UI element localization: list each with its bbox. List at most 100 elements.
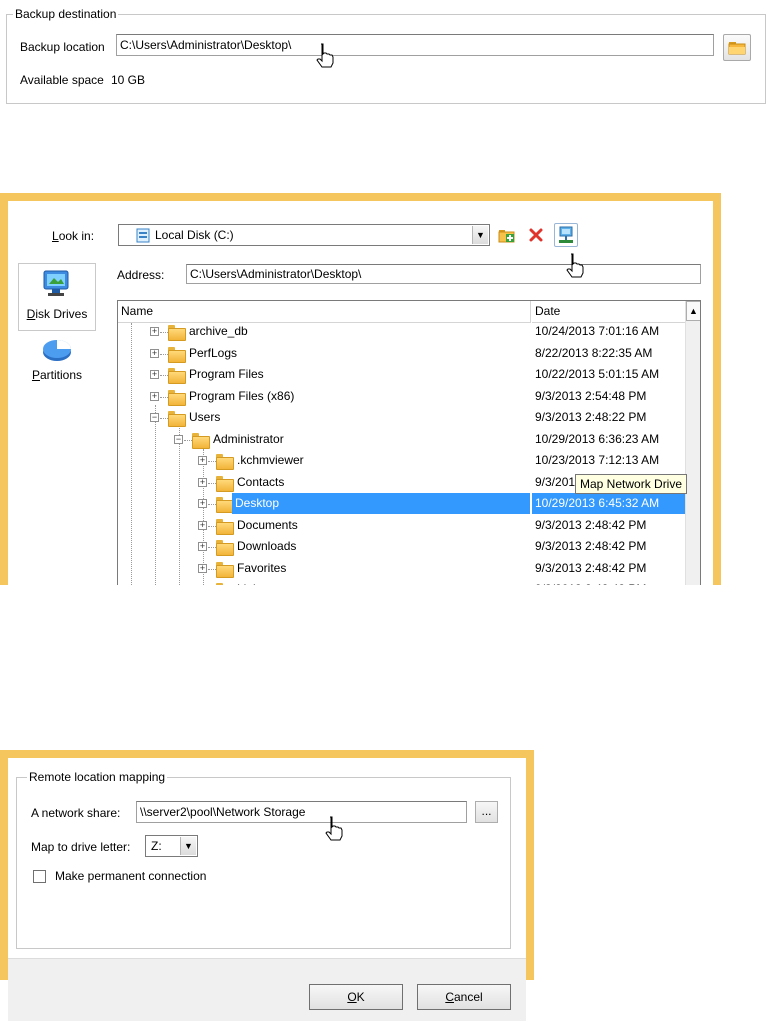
folder-icon [728,42,746,55]
backup-location-label: Backup location [20,40,105,54]
folder-icon [216,497,234,513]
tree-row-name[interactable]: Downloads [234,536,299,557]
backup-destination-legend: Backup destination [13,7,119,21]
backup-destination-group: Backup destination Backup location C:\Us… [6,7,766,104]
folder-icon [216,583,232,585]
drive-letter-value: Z: [151,839,162,853]
tree-expander-icon[interactable]: + [150,391,159,401]
disk-drives-icon [43,270,69,296]
folder-icon [168,368,186,384]
folder-icon [216,475,234,492]
drive-letter-label: Map to drive letter: [31,840,131,854]
folder-icon [216,561,234,578]
folder-tree[interactable]: Name Date ▲ + archive_db 10/24/2013 7:01:1… [117,300,701,585]
folder-icon [168,346,186,363]
address-input[interactable]: C:\Users\Administrator\Desktop\ [186,264,701,284]
tree-line [160,353,168,355]
network-drive-icon [559,226,573,243]
tree-expander-icon[interactable]: + [150,370,159,379]
tree-line [208,504,216,505]
cancel-button[interactable]: Cancel [417,984,511,1010]
look-in-combo[interactable]: Local Disk (C:) ▼ [118,224,490,246]
chevron-down-icon[interactable]: ▼ [180,837,196,855]
tree-expander-icon[interactable]: − [150,413,159,422]
tree-expander-icon[interactable]: + [198,499,207,508]
tree-row-name[interactable]: .kchmviewer [234,450,307,471]
permanent-connection-label: Make permanent connection [55,869,207,883]
browse-folder-button[interactable] [723,34,751,61]
folder-icon [168,325,186,341]
tree-row-name[interactable]: Users [186,407,223,428]
tree-row-date: 9/3/2013 2:48:42 PM [535,517,647,532]
folder-icon [192,432,210,449]
hand-cursor-icon [566,253,584,278]
disk-drives-label: Disk Drives [26,307,88,321]
network-share-input[interactable]: \\server2\pool\Network Storage [136,801,467,823]
tree-row-date: 9/3/2013 2:48:42 PM [535,560,647,575]
tree-expander-icon[interactable]: + [150,348,159,358]
tree-row-name[interactable]: Links [234,579,268,585]
remote-mapping-legend: Remote location mapping [27,770,168,784]
tree-row-name[interactable]: Desktop [232,493,530,514]
tree-row-name[interactable]: Program Files [186,364,267,385]
dialog-footer: OK Cancel [8,958,526,1021]
tree-line [160,332,168,333]
chevron-down-icon[interactable]: ▼ [472,226,488,244]
tree-expander-icon[interactable]: + [198,456,207,465]
sidebar-item-disk-drives[interactable]: Disk Drives [18,263,96,331]
column-date-header[interactable]: Date [532,301,685,323]
tree-expander-icon[interactable]: + [198,563,207,573]
folder-icon [216,518,234,535]
tree-row-name[interactable]: archive_db [186,321,251,342]
tree-row-name[interactable]: Administrator [210,429,287,450]
tree-line [208,547,216,548]
folder-icon [168,411,186,427]
scroll-up-icon[interactable]: ▲ [686,301,700,321]
partitions-label: Partitions [31,368,83,382]
tree-expander-icon[interactable]: + [198,477,207,487]
tree-row-date: 10/29/2013 6:36:23 AM [535,431,660,446]
look-in-value: Local Disk (C:) [155,228,234,242]
tree-row-date: 9/3/2013 2:48:22 PM [535,410,647,424]
sidebar-item-partitions[interactable]: Partitions [18,335,96,395]
backup-location-input[interactable]: C:\Users\Administrator\Desktop\ [116,34,714,56]
folder-icon [216,454,234,470]
tree-line [160,396,168,398]
tree-expander-icon[interactable]: + [198,520,207,530]
vertical-scrollbar[interactable]: ▲ [685,301,700,585]
permanent-connection-checkbox[interactable] [33,870,46,883]
tree-row-date: 10/24/2013 7:01:16 AM [535,324,660,338]
network-share-value: \\server2\pool\Network Storage [140,805,306,819]
tree-row-name[interactable]: Documents [234,515,301,536]
tree-expander-icon[interactable]: + [150,327,159,336]
tree-row-name[interactable]: PerfLogs [186,343,240,364]
local-disk-icon [136,228,150,243]
tree-row-date: 10/22/2013 5:01:15 AM [535,367,660,381]
remote-location-mapping-group: Remote location mapping A network share:… [16,770,511,949]
available-space-value: 10 GB [111,73,146,87]
look-in-label: Look in: [52,229,95,243]
column-name-header[interactable]: Name [118,301,531,323]
delete-icon[interactable] [528,227,544,243]
tree-row-name[interactable]: Contacts [234,472,287,493]
tree-line [179,426,180,585]
new-folder-icon[interactable] [498,226,516,244]
tree-line [160,418,168,419]
tree-row-name[interactable]: Favorites [234,558,289,579]
tree-row-date: 10/29/2013 6:45:32 AM [532,493,685,514]
tree-row-date: 10/23/2013 7:12:13 AM [535,453,660,467]
tree-row-name[interactable]: Program Files (x86) [186,386,297,407]
tree-line [184,439,192,441]
tree-expander-icon[interactable]: + [198,542,207,551]
tree-expander-icon[interactable]: − [174,434,183,444]
tree-line [208,461,216,462]
ok-button[interactable]: OK [309,984,403,1010]
tree-line [155,405,156,585]
map-network-drive-button[interactable] [554,223,578,247]
partitions-icon [43,340,71,361]
hand-cursor-icon [325,816,343,841]
drive-letter-select[interactable]: Z: ▼ [145,835,198,857]
map-network-drive-tooltip: Map Network Drive [575,474,688,494]
tree-line [131,323,132,585]
browse-share-button[interactable]: ... [475,801,498,823]
